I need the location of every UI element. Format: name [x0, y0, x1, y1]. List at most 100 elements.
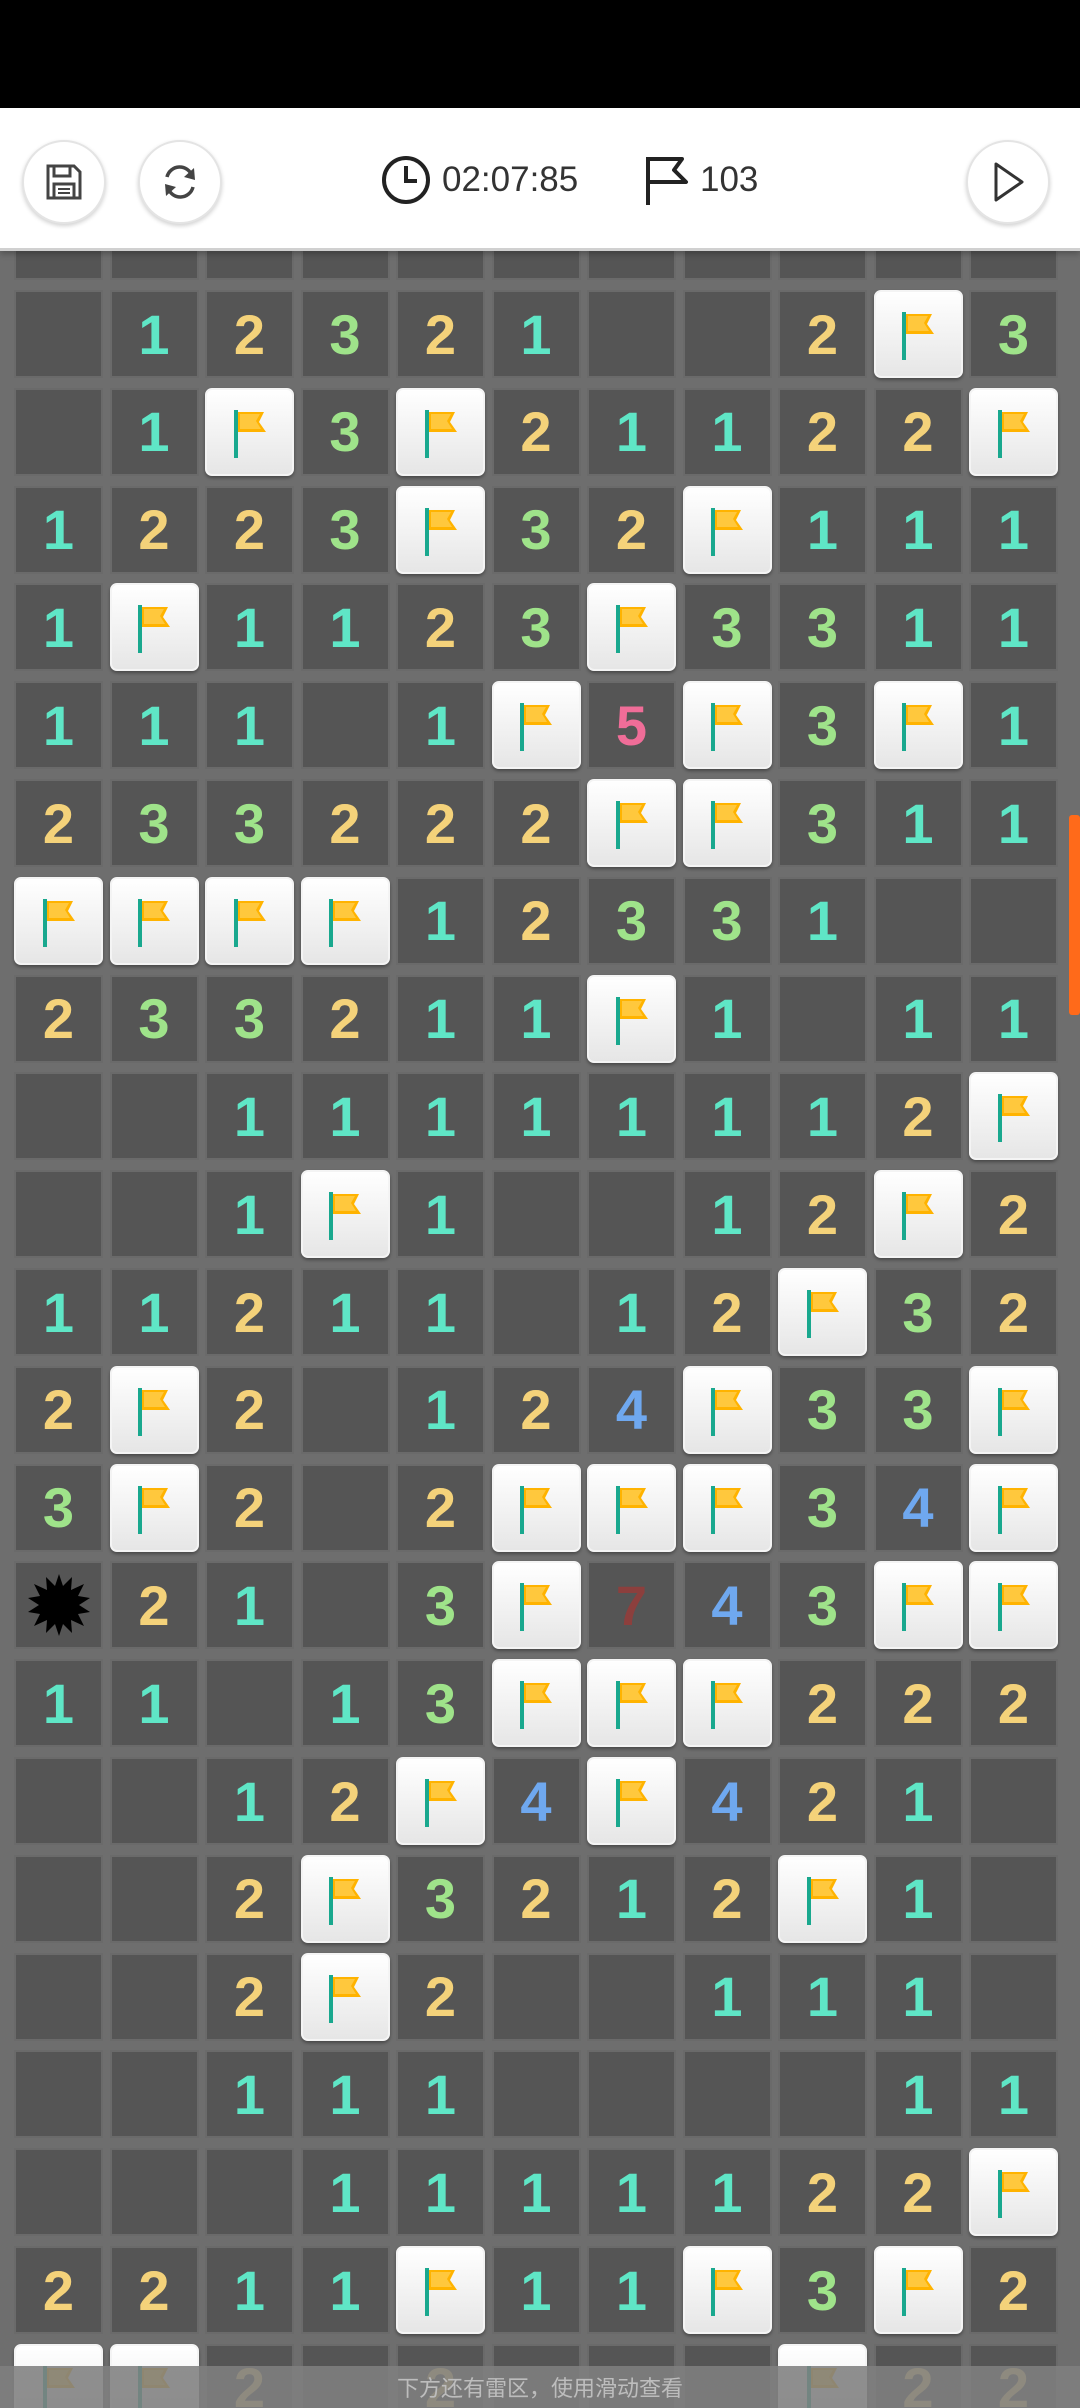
number-cell[interactable]: 2 [969, 1170, 1058, 1259]
number-cell[interactable]: 2 [205, 290, 294, 378]
flagged-cell[interactable] [682, 1463, 772, 1552]
number-cell[interactable]: 2 [109, 1561, 199, 1650]
number-cell[interactable]: 1 [300, 1268, 390, 1356]
flagged-cell[interactable] [205, 387, 294, 476]
number-cell[interactable]: 1 [873, 583, 963, 672]
number-cell[interactable]: 3 [778, 1365, 867, 1454]
number-cell[interactable]: 3 [396, 1854, 485, 1943]
number-cell[interactable]: 1 [778, 1072, 867, 1161]
number-cell[interactable]: 3 [109, 974, 199, 1063]
grid-cell[interactable] [873, 251, 963, 281]
flagged-cell[interactable] [682, 1365, 772, 1454]
number-cell[interactable]: 1 [205, 1170, 294, 1259]
flagged-cell[interactable] [396, 2246, 485, 2334]
number-cell[interactable]: 1 [205, 681, 294, 770]
number-cell[interactable]: 1 [682, 1072, 772, 1161]
number-cell[interactable]: 1 [969, 583, 1058, 672]
number-cell[interactable]: 1 [969, 681, 1058, 770]
number-cell[interactable]: 1 [969, 974, 1058, 1063]
number-cell[interactable]: 1 [109, 1268, 199, 1356]
number-cell[interactable]: 1 [205, 2246, 294, 2334]
number-cell[interactable]: 3 [205, 974, 294, 1063]
number-cell[interactable]: 3 [396, 1659, 485, 1748]
number-cell[interactable]: 1 [491, 1072, 581, 1161]
empty-cell[interactable] [14, 1170, 103, 1259]
number-cell[interactable]: 1 [300, 1072, 390, 1161]
number-cell[interactable]: 2 [205, 1365, 294, 1454]
empty-cell[interactable] [491, 1170, 581, 1259]
flagged-cell[interactable] [109, 1365, 199, 1454]
empty-cell[interactable] [969, 876, 1058, 965]
number-cell[interactable]: 2 [14, 1365, 103, 1454]
flagged-cell[interactable] [778, 1268, 867, 1356]
number-cell[interactable]: 1 [587, 1268, 676, 1356]
number-cell[interactable]: 2 [969, 2246, 1058, 2334]
empty-cell[interactable] [300, 681, 390, 770]
number-cell[interactable]: 1 [396, 1268, 485, 1356]
number-cell[interactable]: 2 [396, 583, 485, 672]
flagged-cell[interactable] [587, 583, 676, 672]
number-cell[interactable]: 2 [491, 876, 581, 965]
flagged-cell[interactable] [682, 1659, 772, 1748]
number-cell[interactable]: 2 [205, 1854, 294, 1943]
number-cell[interactable]: 1 [587, 2148, 676, 2237]
number-cell[interactable]: 2 [396, 779, 485, 867]
number-cell[interactable]: 3 [14, 1463, 103, 1552]
flagged-cell[interactable] [491, 1659, 581, 1748]
flagged-cell[interactable] [969, 1072, 1058, 1161]
number-cell[interactable]: 1 [873, 1952, 963, 2041]
number-cell[interactable]: 2 [14, 779, 103, 867]
number-cell[interactable]: 1 [969, 485, 1058, 574]
flagged-cell[interactable] [969, 1561, 1058, 1650]
number-cell[interactable]: 2 [873, 387, 963, 476]
empty-cell[interactable] [109, 1854, 199, 1943]
number-cell[interactable]: 3 [778, 2246, 867, 2334]
scroll-indicator[interactable] [1069, 815, 1080, 1015]
number-cell[interactable]: 4 [587, 1365, 676, 1454]
empty-cell[interactable] [587, 290, 676, 378]
number-cell[interactable]: 1 [300, 2050, 390, 2139]
number-cell[interactable]: 1 [873, 779, 963, 867]
number-cell[interactable]: 2 [873, 1659, 963, 1748]
number-cell[interactable]: 3 [778, 1463, 867, 1552]
number-cell[interactable]: 1 [396, 1072, 485, 1161]
flagged-cell[interactable] [682, 681, 772, 770]
number-cell[interactable]: 5 [587, 681, 676, 770]
flagged-cell[interactable] [396, 387, 485, 476]
empty-cell[interactable] [205, 2148, 294, 2237]
number-cell[interactable]: 2 [109, 485, 199, 574]
flagged-cell[interactable] [491, 681, 581, 770]
flagged-cell[interactable] [969, 1463, 1058, 1552]
flagged-cell[interactable] [682, 485, 772, 574]
number-cell[interactable]: 1 [396, 2148, 485, 2237]
flagged-cell[interactable] [587, 1659, 676, 1748]
empty-cell[interactable] [969, 1757, 1058, 1845]
number-cell[interactable]: 4 [682, 1757, 772, 1845]
grid-cell[interactable] [396, 251, 485, 281]
flagged-cell[interactable] [873, 2246, 963, 2334]
number-cell[interactable]: 2 [778, 1757, 867, 1845]
empty-cell[interactable] [300, 1365, 390, 1454]
number-cell[interactable]: 3 [682, 876, 772, 965]
number-cell[interactable]: 1 [14, 1659, 103, 1748]
number-cell[interactable]: 1 [205, 1561, 294, 1650]
grid-cell[interactable] [682, 251, 772, 281]
number-cell[interactable]: 3 [205, 779, 294, 867]
number-cell[interactable]: 3 [873, 1268, 963, 1356]
number-cell[interactable]: 2 [778, 2148, 867, 2237]
empty-cell[interactable] [873, 876, 963, 965]
number-cell[interactable]: 1 [873, 1854, 963, 1943]
flagged-cell[interactable] [205, 876, 294, 965]
number-cell[interactable]: 2 [14, 2246, 103, 2334]
empty-cell[interactable] [491, 1952, 581, 2041]
grid-cell[interactable] [778, 251, 867, 281]
number-cell[interactable]: 1 [396, 1170, 485, 1259]
empty-cell[interactable] [14, 1072, 103, 1161]
flagged-cell[interactable] [491, 1561, 581, 1650]
number-cell[interactable]: 1 [14, 485, 103, 574]
number-cell[interactable]: 3 [491, 583, 581, 672]
number-cell[interactable]: 1 [300, 2148, 390, 2237]
flagged-cell[interactable] [14, 876, 103, 965]
number-cell[interactable]: 1 [778, 876, 867, 965]
number-cell[interactable]: 2 [109, 2246, 199, 2334]
